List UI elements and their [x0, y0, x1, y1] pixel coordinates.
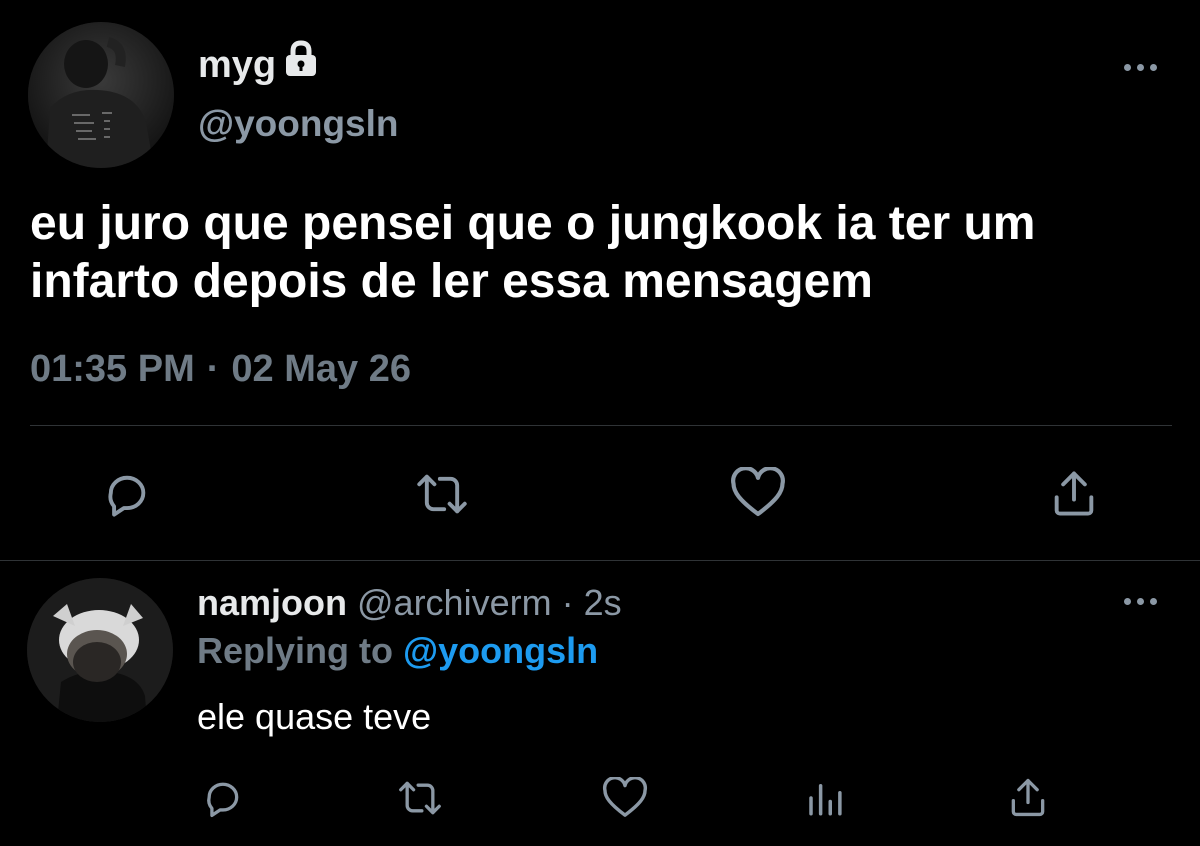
replying-to: Replying to @yoongsln: [197, 628, 598, 674]
lock-icon: [284, 40, 318, 89]
replying-handle-link[interactable]: @yoongsln: [403, 628, 598, 674]
reply-more-icon[interactable]: [1124, 598, 1157, 605]
reply-display-name[interactable]: namjoon: [197, 580, 347, 626]
main-handle[interactable]: @yoongsln: [198, 100, 399, 148]
analytics-icon[interactable]: [800, 772, 850, 824]
timestamp-separator: ·: [206, 348, 220, 390]
like-icon[interactable]: [726, 462, 790, 524]
tweet-separator: [0, 560, 1200, 561]
more-icon[interactable]: [1124, 64, 1157, 71]
reply-avatar[interactable]: [27, 578, 173, 722]
reply-share-icon[interactable]: [1002, 770, 1054, 824]
retweet-icon[interactable]: [410, 464, 474, 524]
reply-retweet-icon[interactable]: [392, 772, 448, 824]
main-avatar[interactable]: [28, 22, 174, 168]
divider: [30, 425, 1172, 426]
main-tweet-text: eu juro que pensei que o jungkook ia ter…: [30, 197, 1036, 308]
reply-time[interactable]: 2s: [584, 580, 622, 626]
main-display-name: myg: [198, 43, 277, 86]
main-time: 01:35 PM: [30, 348, 195, 390]
reply-icon[interactable]: [96, 464, 156, 524]
reply-handle[interactable]: @archiverm: [357, 580, 552, 626]
reply-separator: ·: [561, 582, 574, 623]
share-icon[interactable]: [1044, 462, 1104, 524]
reply-like-icon[interactable]: [598, 772, 652, 824]
main-date: 02 May 26: [231, 348, 411, 390]
replying-prefix: Replying to: [197, 630, 393, 671]
reply-reply-icon[interactable]: [196, 772, 248, 824]
main-display-name-row[interactable]: myg: [198, 40, 318, 89]
main-timestamp[interactable]: 01:35 PM · 02 May 26: [30, 344, 411, 394]
reply-text: ele quase teve: [197, 696, 432, 737]
reply-header: namjoon @archiverm · 2s: [197, 580, 622, 626]
